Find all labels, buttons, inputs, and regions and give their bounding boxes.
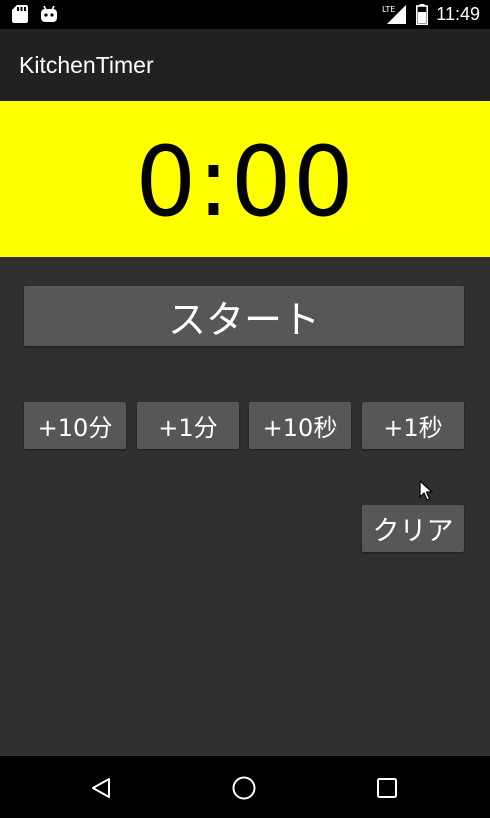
add-10-minutes-button[interactable]: +10分	[24, 402, 126, 449]
clear-button[interactable]: クリア	[362, 505, 464, 552]
home-button[interactable]	[228, 772, 260, 804]
add-1-minute-button[interactable]: +1分	[137, 402, 239, 449]
status-left-icons	[12, 5, 58, 23]
app-bar: KitchenTimer	[0, 29, 490, 101]
recents-icon	[377, 778, 397, 798]
android-icon	[41, 5, 57, 22]
home-icon	[232, 776, 256, 800]
sd-card-icon	[12, 5, 28, 23]
back-icon	[92, 778, 110, 798]
add-10-seconds-button[interactable]: +10秒	[249, 402, 351, 449]
status-bar: LTE 11:49	[0, 0, 490, 29]
status-time: 11:49	[436, 4, 480, 24]
navigation-bar	[0, 756, 490, 818]
start-button[interactable]: スタート	[24, 286, 464, 346]
app-title: KitchenTimer	[19, 52, 154, 78]
add-1-second-button[interactable]: +1秒	[362, 402, 464, 449]
recents-button[interactable]	[371, 772, 403, 804]
mouse-cursor-icon	[419, 480, 433, 501]
timer-panel: 0:00	[0, 101, 490, 257]
network-type-label: LTE	[382, 5, 395, 14]
battery-icon	[416, 3, 429, 25]
status-right-icons: LTE 11:49	[382, 3, 480, 25]
timer-display: 0:00	[135, 126, 355, 238]
signal-icon: LTE	[382, 5, 407, 24]
back-button[interactable]	[85, 772, 117, 804]
